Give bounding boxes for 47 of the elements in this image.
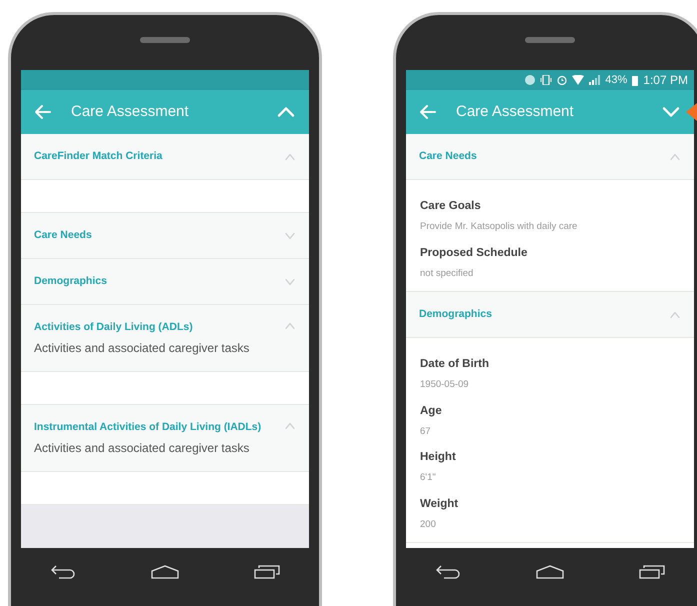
chevron-icon[interactable]: [284, 320, 296, 332]
section-title: Care Needs: [34, 228, 93, 243]
field-value: not specified: [420, 266, 474, 281]
section-title: Instrumental Activities of Daily Living (IADLs): [34, 420, 262, 435]
status-time: 1:07 PM: [643, 72, 688, 89]
section-header[interactable]: CareFinder Match Criteria: [21, 134, 309, 180]
section-subtitle: Activities and associated caregiver tasks: [34, 440, 250, 456]
field-label: Proposed Schedule: [420, 246, 528, 260]
wifi-icon: [572, 75, 584, 85]
app-bar-title: Care Assessment: [71, 102, 190, 122]
field-label: Weight: [420, 496, 460, 512]
field-label: Date of Birth: [420, 357, 490, 372]
field-value: Provide Mr. Katsopolis with daily care: [420, 220, 578, 234]
nav-home-icon[interactable]: [536, 565, 564, 579]
section-header[interactable]: Activities of Daily Living (ADLs) Activities and associated caregiver tasks: [21, 305, 309, 372]
section-title: Care Needs: [419, 148, 478, 164]
nav-recent-icon[interactable]: [254, 565, 280, 579]
field-value: 6'1": [420, 471, 437, 486]
app-bar-title: Care Assessment: [456, 102, 575, 122]
field-label: Care Goals: [420, 199, 482, 214]
speaker-grille: [525, 37, 575, 43]
section-title: Demographics: [419, 306, 493, 322]
battery-percent: 43%: [605, 72, 628, 88]
field-value: 67: [420, 424, 432, 439]
pointer-marker: [686, 103, 697, 121]
field-label: Age: [420, 404, 443, 418]
nav-recent-icon[interactable]: [639, 565, 665, 579]
nav-back-icon[interactable]: [435, 565, 461, 579]
section-header[interactable]: Care Needs: [406, 134, 694, 180]
section-title: Demographics: [34, 274, 108, 289]
signal-icon: [589, 75, 600, 85]
vibrate-icon: [540, 75, 552, 85]
nav-back-icon[interactable]: [50, 565, 76, 579]
field-label: Height: [420, 450, 457, 465]
section-header[interactable]: Care Needs: [21, 213, 309, 259]
section-header[interactable]: Instrumental Activities of Daily Living (IADLs) Activities and associated caregiver tasks: [21, 404, 309, 472]
section-header[interactable]: Demographics: [406, 292, 694, 338]
section-header[interactable]: Demographics: [21, 259, 309, 305]
section-title: Activities of Daily Living (ADLs): [34, 320, 194, 335]
section-title: CareFinder Match Criteria: [34, 148, 164, 164]
speaker-grille: [140, 37, 190, 43]
field-value: 1950-05-09: [420, 378, 470, 392]
nav-home-icon[interactable]: [151, 565, 179, 579]
alarm-icon: [557, 75, 568, 85]
battery-icon: [632, 74, 638, 86]
section-subtitle: Activities and associated caregiver tasks: [34, 340, 250, 357]
field-value: 200: [420, 518, 437, 532]
